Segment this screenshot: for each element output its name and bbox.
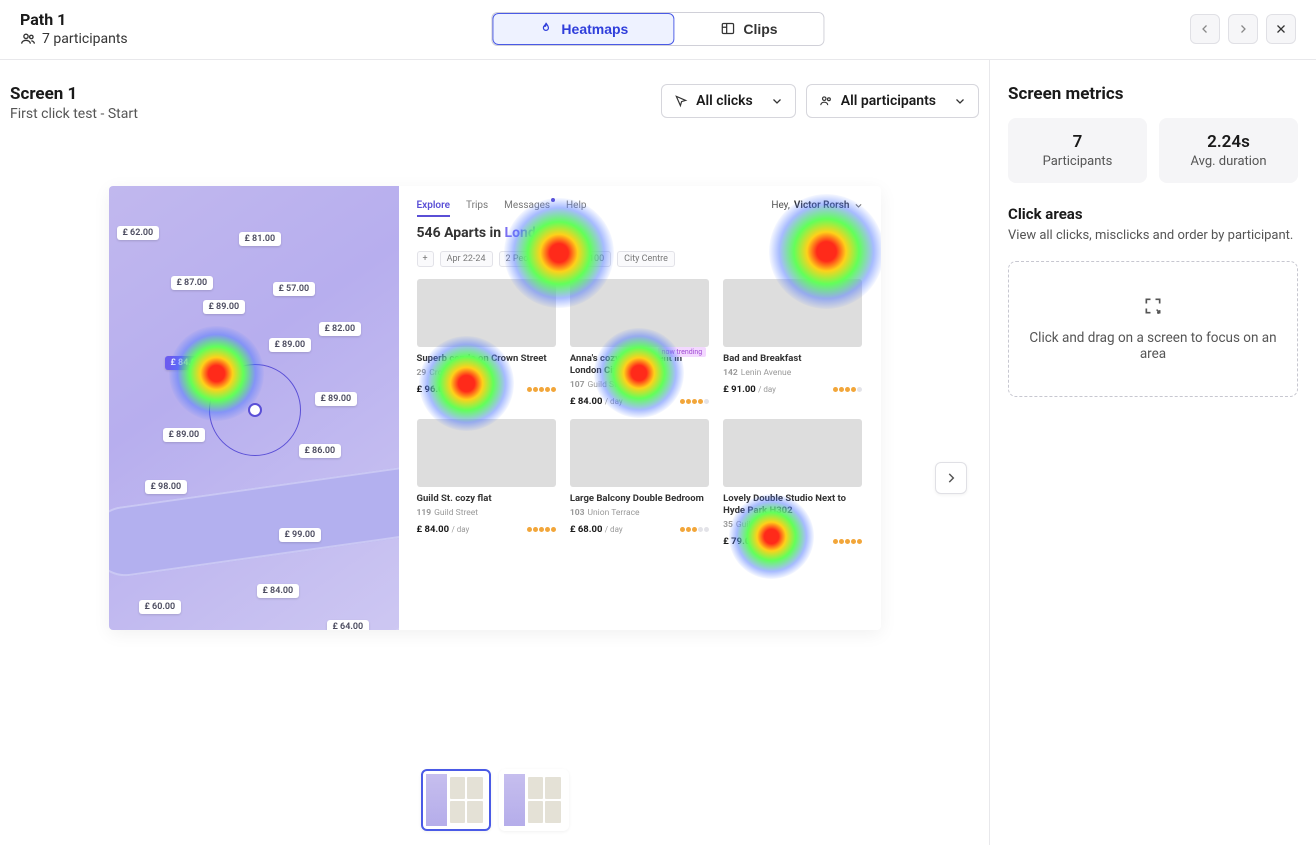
chevron-right-icon xyxy=(1237,23,1249,35)
thumbnail-1[interactable] xyxy=(421,769,491,831)
main-panel: Screen 1 First click test - Start All cl… xyxy=(0,60,990,845)
tab-clips-label: Clips xyxy=(743,21,777,37)
participants-row: 7 participants xyxy=(20,31,128,47)
map-price-pin: £ 99.00 xyxy=(279,528,322,542)
map-price-pin: £ 57.00 xyxy=(273,282,316,296)
screen-heading: Screen 1 First click test - Start xyxy=(10,84,138,122)
map-price-pin: £ 64.00 xyxy=(327,620,370,630)
nav-links: Explore Trips Messages Help xyxy=(417,200,587,211)
chevron-right-icon xyxy=(944,471,958,485)
user-menu: Hey, Victor Rorsh xyxy=(771,200,862,211)
filter-clicks-label: All clicks xyxy=(696,93,753,109)
map-price-pin: £ 82.00 xyxy=(319,322,362,336)
path-title: Path 1 xyxy=(20,10,128,29)
map-radius-circle xyxy=(209,364,301,456)
prev-button[interactable] xyxy=(1190,14,1220,44)
map-price-pin: £ 62.00 xyxy=(117,226,160,240)
tab-heatmaps-label: Heatmaps xyxy=(561,21,628,37)
close-button[interactable] xyxy=(1266,14,1296,44)
filter-chip: 2 People xyxy=(499,251,548,267)
app-header: Path 1 7 participants Heatmaps Clips xyxy=(0,0,1316,60)
fullscreen-icon xyxy=(1143,296,1163,316)
thumbnail-2[interactable] xyxy=(499,769,569,831)
filter-chip: Up to £100 xyxy=(553,251,611,267)
listings-pane: Explore Trips Messages Help Hey, Victor … xyxy=(399,186,881,630)
listing-card: Large Balcony Double Bedroom103Union Ter… xyxy=(570,419,709,547)
screen-subtitle: First click test - Start xyxy=(10,106,138,122)
map-price-pin: £ 87.00 xyxy=(171,276,214,290)
nav-trips: Trips xyxy=(466,200,488,211)
screen-thumbnails xyxy=(421,751,569,835)
map-price-pin: £ 81.00 xyxy=(239,232,282,246)
close-icon xyxy=(1275,23,1287,35)
click-areas-title: Click areas xyxy=(1008,205,1298,223)
listing-card: now trendingAnna's cozy appartment in Lo… xyxy=(570,279,709,407)
listing-card: Bad and Breakfast142Lenin Avenue£ 91.00 … xyxy=(723,279,862,407)
map-price-pin: £ 89.00 xyxy=(163,428,206,442)
screen-preview[interactable]: £ 62.00 £ 81.00 £ 87.00 £ 57.00 £ 89.00 £ 82.… xyxy=(109,186,881,630)
next-button[interactable] xyxy=(1228,14,1258,44)
layout-icon xyxy=(720,21,735,36)
map-price-pin: £ 84.00 xyxy=(257,584,300,598)
participants-text: 7 participants xyxy=(42,31,128,47)
click-area-drag-zone[interactable]: Click and drag on a screen to focus on a… xyxy=(1008,261,1298,397)
tab-heatmaps[interactable]: Heatmaps xyxy=(492,13,674,45)
map-price-pin: £ 89.00 xyxy=(315,392,358,406)
chevron-left-icon xyxy=(1199,23,1211,35)
listing-card: Lovely Double Studio Next to Hyde Park H… xyxy=(723,419,862,547)
fire-icon xyxy=(538,21,553,36)
filter-clicks-dropdown[interactable]: All clicks xyxy=(661,84,796,118)
filter-chip: Apr 22-24 xyxy=(440,251,493,267)
listing-grid: Superb condo on Crown Street29Crown Stre… xyxy=(417,279,863,547)
map-price-pin: £ 84.00 xyxy=(165,356,208,370)
participants-icon xyxy=(20,31,36,47)
header-left: Path 1 7 participants xyxy=(20,10,128,47)
map-pane: £ 62.00 £ 81.00 £ 87.00 £ 57.00 £ 89.00 £ 82.… xyxy=(109,186,399,630)
filter-chip: City Centre xyxy=(617,251,675,267)
nav-help: Help xyxy=(566,200,586,211)
nav-explore: Explore xyxy=(417,200,450,211)
chevron-down-icon xyxy=(854,201,863,210)
map-price-pin: £ 89.00 xyxy=(203,300,246,314)
filter-participants-dropdown[interactable]: All participants xyxy=(806,84,979,118)
cursor-icon xyxy=(674,94,688,108)
chevron-down-icon xyxy=(771,95,783,107)
listing-card: Guild St. cozy flat119Guild Street£ 84.0… xyxy=(417,419,556,547)
filter-chip: + xyxy=(417,251,434,267)
screen-title: Screen 1 xyxy=(10,84,138,104)
view-segmented-control: Heatmaps Clips xyxy=(491,12,824,46)
metric-participants[interactable]: 7 Participants xyxy=(1008,118,1147,183)
people-icon xyxy=(819,94,833,108)
listing-headline: 546 Aparts in London, UK xyxy=(417,225,863,241)
drag-hint-text: Click and drag on a screen to focus on a… xyxy=(1027,330,1279,362)
map-price-pin: £ 98.00 xyxy=(145,480,188,494)
filter-participants-label: All participants xyxy=(841,93,936,109)
filter-chips: + Apr 22-24 2 People Up to £100 City Centre xyxy=(417,251,863,267)
sidebar-title: Screen metrics xyxy=(1008,84,1298,104)
metrics-sidebar: Screen metrics 7 Participants 2.24s Avg.… xyxy=(990,60,1316,845)
map-price-pin: £ 89.00 xyxy=(269,338,312,352)
chevron-down-icon xyxy=(954,95,966,107)
header-actions xyxy=(1190,14,1296,44)
map-price-pin: £ 86.00 xyxy=(299,444,342,458)
screen-next-button[interactable] xyxy=(935,462,967,494)
nav-messages: Messages xyxy=(504,200,550,211)
click-areas-desc: View all clicks, misclicks and order by … xyxy=(1008,227,1298,245)
metric-avg-duration[interactable]: 2.24s Avg. duration xyxy=(1159,118,1298,183)
listing-card: Superb condo on Crown Street29Crown Stre… xyxy=(417,279,556,407)
tab-clips[interactable]: Clips xyxy=(674,13,823,45)
map-price-pin: £ 60.00 xyxy=(139,600,182,614)
